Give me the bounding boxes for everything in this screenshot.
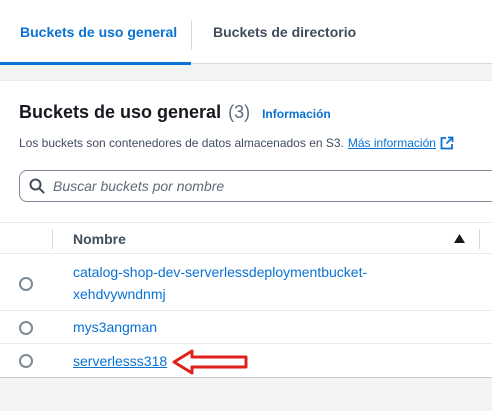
external-link-icon[interactable] [440,136,454,150]
column-resizer[interactable] [479,229,480,249]
bucket-count: (3) [228,102,251,122]
tab-general-buckets[interactable]: Buckets de uso general [0,0,191,65]
search-field[interactable] [19,170,492,202]
tab-bar: Buckets de uso general Buckets de direct… [0,0,492,65]
column-separator [52,229,53,249]
tab-general-label: Buckets de uso general [20,24,178,40]
table-header: Nombre [0,222,492,254]
info-link[interactable]: Información [262,107,331,121]
buckets-panel: Buckets de uso general (3) Información L… [0,80,492,378]
row-select-radio[interactable] [19,354,33,368]
row-select-radio[interactable] [19,321,33,335]
panel-header: Buckets de uso general (3) Información [19,102,331,126]
search-input[interactable] [53,178,473,194]
bucket-name-link[interactable]: serverlesss318 [73,350,167,372]
row-select-radio[interactable] [19,277,33,291]
sort-ascending-icon[interactable] [454,234,465,243]
panel-title: Buckets de uso general [19,102,222,122]
more-info-link[interactable]: Más información [348,136,436,150]
bucket-name-link[interactable]: mys3angman [73,316,157,338]
active-tab-indicator [0,62,191,65]
description-text: Los buckets son contenedores de datos al… [19,136,344,150]
red-arrow-annotation [172,349,248,375]
column-header-name[interactable]: Nombre [73,231,126,247]
tab-directory-label: Buckets de directorio [213,24,357,40]
table-row[interactable]: mys3angman [0,311,492,344]
bucket-name-link[interactable]: catalog-shop-dev-serverlessdeploymentbuc… [73,261,403,305]
table-row[interactable]: catalog-shop-dev-serverlessdeploymentbuc… [0,255,492,311]
panel-description: Los buckets son contenedores de datos al… [19,136,454,150]
tab-directory-buckets[interactable]: Buckets de directorio [192,0,356,64]
search-icon [29,178,45,194]
